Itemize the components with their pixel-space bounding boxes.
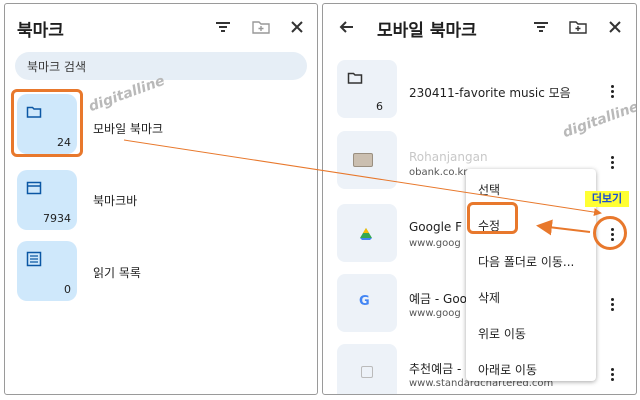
folder-count: 0 xyxy=(64,283,71,296)
sort-filter-icon[interactable] xyxy=(531,17,551,37)
page-title: 북마크 xyxy=(17,21,64,41)
generic-site-icon xyxy=(361,366,373,378)
google-icon: G xyxy=(359,294,370,309)
folder-count: 6 xyxy=(376,100,383,113)
list-item-tile[interactable]: G xyxy=(337,274,397,332)
thumbnail-icon xyxy=(353,153,373,167)
folder-tile-bookmark-bar[interactable]: 7934 xyxy=(17,170,77,230)
menu-item-move-to-folder[interactable]: 다음 폴더로 이동... xyxy=(478,253,574,270)
sort-filter-icon[interactable] xyxy=(213,17,233,37)
close-icon[interactable] xyxy=(605,17,625,37)
back-arrow-icon[interactable] xyxy=(337,17,357,37)
list-item-url: www.goog xyxy=(409,308,461,319)
list-item-title[interactable]: Rohanjangan xyxy=(409,150,488,164)
list-item-tile[interactable] xyxy=(337,204,397,262)
menu-item-select[interactable]: 선택 xyxy=(478,181,500,198)
new-folder-icon[interactable] xyxy=(251,17,271,37)
bookmark-bar-icon xyxy=(26,180,42,196)
highlight-box-folder xyxy=(11,89,83,157)
context-menu: 선택 수정 다음 폴더로 이동... 삭제 위로 이동 아래로 이동 xyxy=(466,169,596,381)
more-options-icon[interactable] xyxy=(606,83,618,103)
list-item-url: obank.co.kr xyxy=(409,167,468,178)
reading-list-icon xyxy=(26,251,42,267)
watermark: digitalline xyxy=(560,98,637,142)
menu-item-move-up[interactable]: 위로 이동 xyxy=(478,325,526,342)
more-options-icon[interactable] xyxy=(606,154,618,174)
right-header: 모바일 북마크 xyxy=(323,4,636,50)
left-header: 북마크 xyxy=(5,4,317,50)
menu-item-move-down[interactable]: 아래로 이동 xyxy=(478,361,537,378)
folder-count: 7934 xyxy=(43,212,71,225)
list-item-title[interactable]: 예금 - Goo xyxy=(409,290,467,307)
new-folder-icon[interactable] xyxy=(568,17,588,37)
folder-label[interactable]: 읽기 목록 xyxy=(93,264,141,281)
list-item-url: www.goog xyxy=(409,238,461,249)
folder-label[interactable]: 북마크바 xyxy=(93,192,137,209)
list-item-tile[interactable] xyxy=(337,344,397,394)
google-drive-icon xyxy=(359,226,373,245)
more-options-icon[interactable] xyxy=(606,366,618,386)
more-options-icon[interactable] xyxy=(606,296,618,316)
close-icon[interactable] xyxy=(287,17,307,37)
highlight-box-edit xyxy=(467,202,518,234)
highlight-circle-more xyxy=(593,216,627,250)
list-item-title[interactable]: 추천예금 - xyxy=(409,360,461,377)
folder-label[interactable]: 모바일 북마크 xyxy=(93,120,163,137)
more-callout-label: 더보기 xyxy=(585,191,629,207)
list-item-title[interactable]: Google F xyxy=(409,220,462,234)
folder-tile-reading-list[interactable]: 0 xyxy=(17,241,77,301)
menu-item-delete[interactable]: 삭제 xyxy=(478,289,500,306)
folder-icon xyxy=(347,70,363,90)
list-item-title[interactable]: 230411-favorite music 모음 xyxy=(409,84,571,101)
page-title: 모바일 북마크 xyxy=(377,21,477,41)
bookmarks-panel: 북마크 북마크 검색 24 모바일 북마크 7934 북마크바 0 읽기 목록 … xyxy=(4,3,318,395)
list-item-tile[interactable]: 6 xyxy=(337,60,397,118)
list-item-tile[interactable] xyxy=(337,131,397,189)
